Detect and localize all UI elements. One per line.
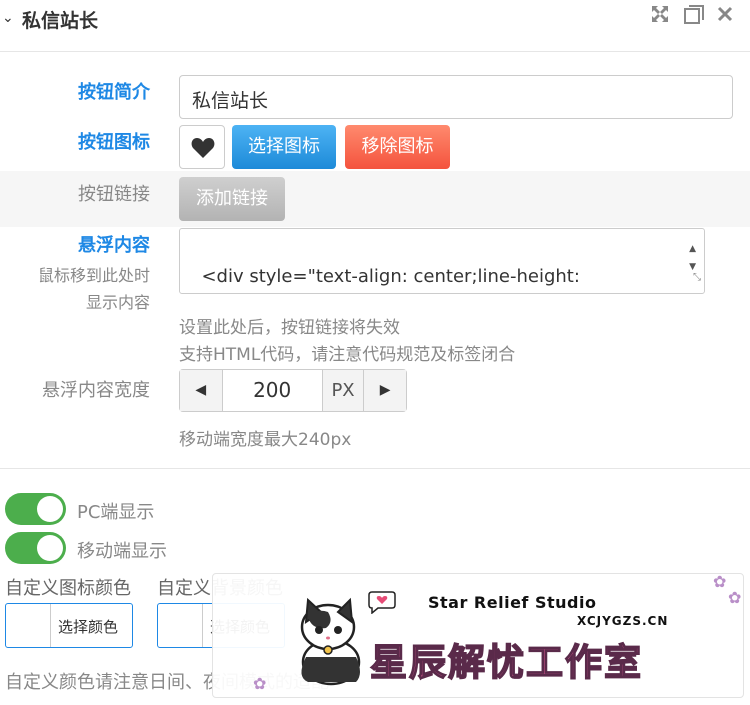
- mobile-display-label: 移动端显示: [77, 541, 167, 562]
- icon-preview-button[interactable]: [179, 125, 225, 169]
- section-divider: [0, 468, 750, 469]
- toggle-knob: [37, 496, 63, 522]
- flower-icon: ✿: [713, 572, 727, 591]
- flower-icon: ✿: [728, 588, 742, 607]
- remove-icon-button[interactable]: 移除图标: [345, 125, 450, 169]
- color-swatch[interactable]: [158, 604, 203, 647]
- cat-mascot-icon: [300, 597, 361, 686]
- width-unit: PX: [321, 370, 364, 411]
- hover-label: 悬浮内容: [78, 235, 150, 256]
- hover-sub1: 鼠标移到此处时: [37, 266, 150, 285]
- increase-icon[interactable]: ▶: [363, 370, 406, 411]
- icon-color-picker[interactable]: 选择颜色: [5, 603, 133, 648]
- heart-icon: [191, 138, 215, 158]
- panel-title: 私信站长: [22, 10, 99, 32]
- decrease-icon[interactable]: ◀: [180, 370, 223, 411]
- width-stepper: ◀ 200 PX ▶: [179, 369, 407, 412]
- window-icon[interactable]: [683, 4, 705, 31]
- intro-label: 按钮简介: [78, 82, 150, 103]
- resize-grip-icon[interactable]: ⤡: [693, 264, 701, 292]
- add-link-button[interactable]: 添加链接: [179, 177, 285, 221]
- width-value[interactable]: 200: [223, 370, 322, 411]
- close-icon[interactable]: [716, 4, 734, 28]
- watermark-chinese: 星辰解忧工作室: [369, 640, 643, 685]
- speech-bubble-icon: [368, 591, 396, 614]
- pick-color-label: 选择颜色: [58, 618, 119, 636]
- pc-display-toggle[interactable]: [5, 493, 66, 525]
- icon-label: 按钮图标: [78, 132, 150, 153]
- width-help: 移动端宽度最大240px: [179, 430, 352, 450]
- studio-watermark: Star Relief Studio XCJYGZS.CN 星辰解忧工作室 ✿ …: [212, 572, 744, 698]
- watermark-english: Star Relief Studio: [428, 593, 597, 612]
- expand-icon[interactable]: [650, 4, 670, 29]
- toggle-knob: [37, 535, 63, 561]
- flower-icon: ✿: [253, 674, 267, 693]
- link-label: 按钮链接: [78, 184, 150, 205]
- color-swatch[interactable]: [6, 604, 51, 647]
- width-label: 悬浮内容宽度: [42, 380, 150, 401]
- hover-help-1: 设置此处后，按钮链接将失效: [179, 318, 400, 338]
- pc-display-label: PC端显示: [77, 502, 155, 523]
- hover-content-textarea[interactable]: <div style="text-align: center;line-heig…: [179, 228, 705, 294]
- mobile-display-toggle[interactable]: [5, 532, 66, 564]
- intro-input[interactable]: 私信站长: [179, 75, 733, 119]
- choose-icon-button[interactable]: 选择图标: [232, 125, 336, 169]
- panel-header: ⌄ 私信站长: [0, 0, 750, 52]
- watermark-site: XCJYGZS.CN: [577, 614, 669, 628]
- icon-color-title: 自定义图标颜色: [5, 578, 131, 599]
- hover-sub2: 显示内容: [85, 293, 150, 312]
- chevron-down-icon[interactable]: ⌄: [2, 10, 14, 26]
- hover-content-text: <div style="text-align: center;line-heig…: [201, 266, 580, 287]
- hover-help-2: 支持HTML代码，请注意代码规范及标签闭合: [179, 345, 516, 365]
